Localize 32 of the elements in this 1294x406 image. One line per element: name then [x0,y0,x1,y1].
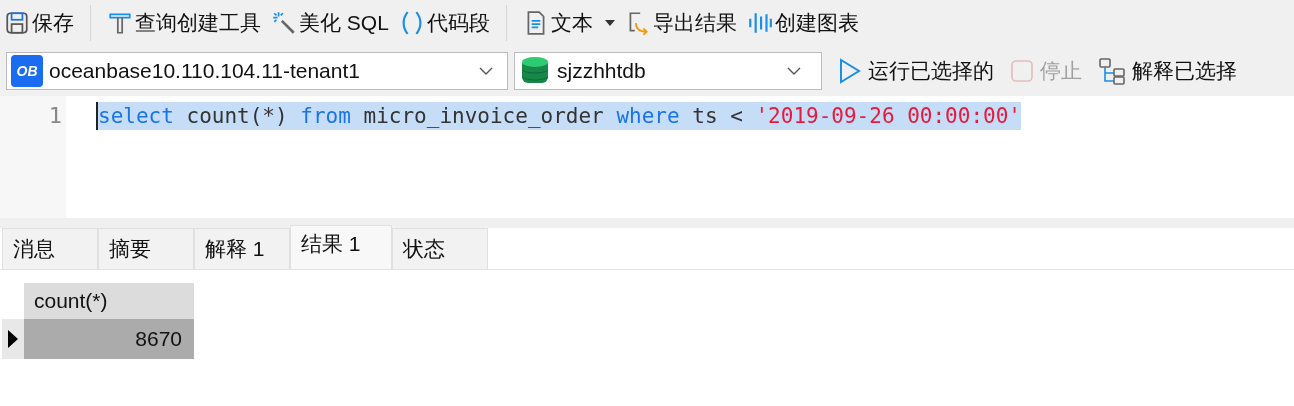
database-select[interactable]: sjzzhhtdb [514,52,822,90]
line-number: 1 [48,102,62,130]
result-tab[interactable]: 消息 [2,228,98,269]
connection-name: oceanbase10.110.104.11-tenant1 [49,58,361,85]
result-tab[interactable]: 摘要 [98,228,194,269]
toolbar-button[interactable]: 查询创建工具 [107,3,261,43]
connection-select[interactable]: OB oceanbase10.110.104.11-tenant1 [6,52,508,90]
stop-icon [1010,59,1034,83]
toolbar-button[interactable]: 导出结果 [624,3,737,43]
toolbar-button[interactable]: 美化 SQL [271,3,389,43]
oceanbase-logo: OB [11,55,43,87]
toolbar-button[interactable]: 创建图表 [746,3,859,43]
result-tab[interactable]: 结果 1 [290,225,392,269]
toolbar-button[interactable]: 文本 [522,3,615,43]
toolbar-button[interactable]: 保存 [4,3,74,43]
toolbar-button[interactable]: 代码段 [398,3,490,43]
database-icon [521,56,549,86]
result-tab[interactable]: 解释 1 [194,228,290,269]
magic-wand-icon [271,10,297,36]
save-icon [4,10,30,36]
chevron-down-icon [787,67,801,75]
chevron-down-icon [479,67,493,75]
result-tab[interactable]: 状态 [392,228,488,269]
column-header: count(*) [24,283,194,319]
action-button[interactable]: 运行已选择的 [838,55,994,87]
chart-icon [746,10,773,36]
action-button[interactable]: 解释已选择 [1098,55,1237,87]
play-icon [838,58,862,84]
hammer-icon [107,10,133,36]
database-name: sjzzhhtdb [557,58,647,85]
table-cell: 8670 [24,319,194,359]
tree-icon [1098,57,1126,85]
